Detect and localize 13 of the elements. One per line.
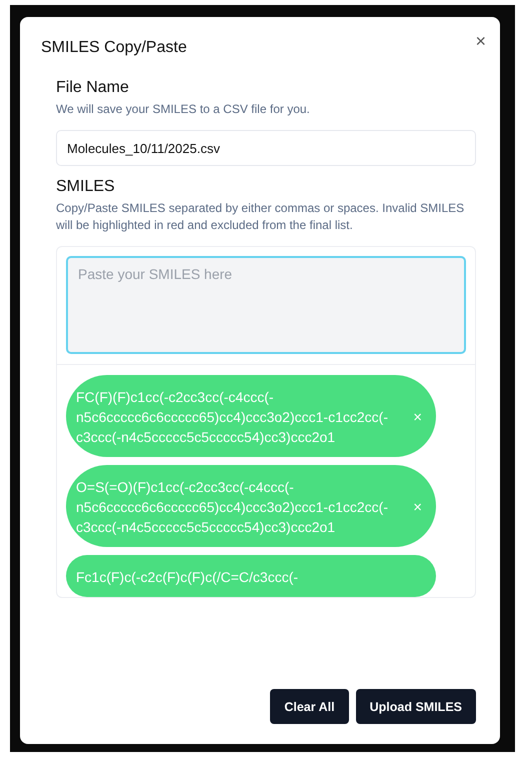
- field-hint: We will save your SMILES to a CSV file for you.: [56, 101, 311, 118]
- clear-all-button[interactable]: Clear All: [270, 689, 349, 724]
- file-name-field[interactable]: Molecules_10/11/2025.csv: [56, 130, 476, 166]
- smiles-text: FC(F)(F)c1cc(-c2cc3cc(-c4ccc(-n5c6ccccc6c6ccccc65)cc4)ccc3o2)ccc1-c1cc2cc(-c3ccc(-n4c5ccccc5c5ccccc54)cc3)ccc2o1: [76, 388, 389, 447]
- smiles-input-field[interactable]: Paste your SMILES here: [66, 256, 466, 354]
- smiles-text: O=S(=O)(F)c1cc(-c2cc3cc(-c4ccc(-n5c6ccccc6c6ccccc65)cc4)ccc3o2)ccc1-c1cc2cc(-c3ccc(-n4c5ccccc5c5ccccc54)cc3)ccc2o1: [76, 478, 389, 537]
- upload-button[interactable]: Upload SMILES: [356, 689, 476, 724]
- smiles-text: Fc1c(F)c(-c2c(F)c(F)c(/C=C/c3ccc(-: [76, 568, 300, 587]
- field-hint: Copy/Paste SMILES separated by either commas or spaces. Invalid SMILES will be highlighted in red and excluded from the final list.: [56, 200, 466, 234]
- dialog-title: SMILES Copy/Paste: [41, 39, 188, 57]
- field-label: SMILES: [56, 178, 116, 196]
- close-button[interactable]: ×: [475, 31, 486, 52]
- field-label: File Name: [56, 79, 130, 97]
